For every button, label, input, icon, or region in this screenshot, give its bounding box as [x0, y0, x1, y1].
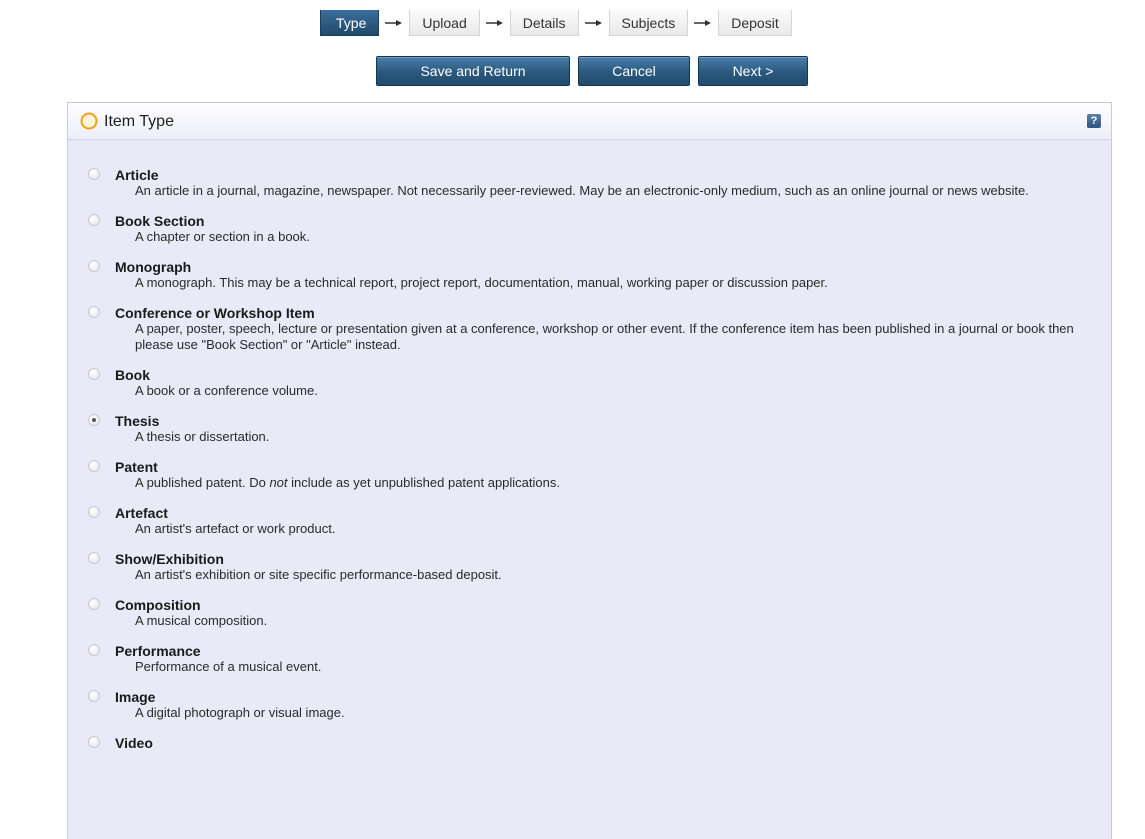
type-name: Performance — [115, 643, 201, 659]
panel-header: Item Type ? — [68, 103, 1111, 140]
item-type-list: Article An article in a journal, magazin… — [68, 167, 1111, 765]
type-option-conference-item[interactable]: Conference or Workshop Item A paper, pos… — [68, 305, 1111, 353]
radio-button[interactable] — [88, 736, 100, 748]
step-subjects[interactable]: Subjects — [608, 10, 689, 36]
action-bar: Save and Return Cancel Next > — [376, 56, 808, 86]
step-type[interactable]: Type — [320, 10, 380, 36]
type-description: A musical composition. — [135, 613, 268, 628]
type-description: An artist's artefact or work product. — [135, 521, 336, 536]
type-option-composition[interactable]: Composition A musical composition. — [68, 597, 1111, 629]
arrow-right-icon — [379, 10, 409, 36]
step-upload[interactable]: Upload — [409, 10, 480, 36]
type-name: Artefact — [115, 505, 168, 521]
radio-button[interactable] — [88, 552, 100, 564]
type-option-performance[interactable]: Performance Performance of a musical eve… — [68, 643, 1111, 675]
radio-button[interactable] — [88, 214, 100, 226]
radio-button[interactable] — [88, 306, 100, 318]
type-option-book[interactable]: Book A book or a conference volume. — [68, 367, 1111, 399]
type-description: An article in a journal, magazine, newsp… — [135, 183, 1029, 198]
arrow-right-icon — [688, 10, 718, 36]
type-name: Composition — [115, 597, 201, 613]
type-description: A book or a conference volume. — [135, 383, 318, 398]
type-name: Patent — [115, 459, 158, 475]
item-type-panel: Item Type ? Article An article in a jour… — [67, 102, 1112, 839]
type-description: Performance of a musical event. — [135, 659, 322, 674]
radio-button[interactable] — [88, 260, 100, 272]
step-details[interactable]: Details — [509, 10, 579, 36]
description-text: include as yet unpublished patent applic… — [287, 475, 560, 490]
type-description: A monograph. This may be a technical rep… — [135, 275, 828, 290]
type-option-patent[interactable]: Patent A published patent. Do not includ… — [68, 459, 1111, 491]
description-emphasis: not — [269, 475, 288, 490]
type-option-book-section[interactable]: Book Section A chapter or section in a b… — [68, 213, 1111, 245]
arrow-right-icon — [579, 10, 609, 36]
type-name: Monograph — [115, 259, 192, 275]
next-button[interactable]: Next > — [698, 56, 808, 86]
type-option-article[interactable]: Article An article in a journal, magazin… — [68, 167, 1111, 199]
type-name: Book Section — [115, 213, 205, 229]
deposit-page: Type Upload Details Subjects Deposit Sav… — [0, 0, 1145, 839]
help-icon[interactable]: ? — [1087, 114, 1101, 128]
type-description: A published patent. Do not include as ye… — [135, 475, 1091, 491]
description-text: A published patent. Do — [135, 475, 270, 490]
type-description: An artist's exhibition or site specific … — [135, 567, 502, 582]
radio-button[interactable] — [88, 644, 100, 656]
step-deposit[interactable]: Deposit — [718, 10, 792, 36]
type-name: Image — [115, 689, 156, 705]
required-circle-icon — [80, 112, 98, 130]
type-option-video[interactable]: Video — [68, 735, 1111, 751]
type-name: Show/Exhibition — [115, 551, 224, 567]
radio-button-selected[interactable] — [88, 414, 100, 426]
radio-button[interactable] — [88, 460, 100, 472]
type-description: A digital photograph or visual image. — [135, 705, 345, 720]
type-name: Video — [115, 735, 153, 751]
type-name: Book — [115, 367, 150, 383]
type-option-monograph[interactable]: Monograph A monograph. This may be a tec… — [68, 259, 1111, 291]
type-option-image[interactable]: Image A digital photograph or visual ima… — [68, 689, 1111, 721]
radio-button[interactable] — [88, 690, 100, 702]
radio-button[interactable] — [88, 598, 100, 610]
radio-button[interactable] — [88, 506, 100, 518]
type-description: A chapter or section in a book. — [135, 229, 310, 244]
radio-button[interactable] — [88, 368, 100, 380]
type-description: A thesis or dissertation. — [135, 429, 270, 444]
save-and-return-button[interactable]: Save and Return — [376, 56, 570, 86]
type-name: Thesis — [115, 413, 160, 429]
radio-button[interactable] — [88, 168, 100, 180]
type-option-thesis[interactable]: Thesis A thesis or dissertation. — [68, 413, 1111, 445]
arrow-right-icon — [480, 10, 510, 36]
type-name: Conference or Workshop Item — [115, 305, 315, 321]
type-description: A paper, poster, speech, lecture or pres… — [135, 321, 1074, 352]
panel-title: Item Type — [104, 113, 174, 130]
cancel-button[interactable]: Cancel — [578, 56, 690, 86]
type-option-show-exhibition[interactable]: Show/Exhibition An artist's exhibition o… — [68, 551, 1111, 583]
type-option-artefact[interactable]: Artefact An artist's artefact or work pr… — [68, 505, 1111, 537]
type-name: Article — [115, 167, 159, 183]
workflow-steps: Type Upload Details Subjects Deposit — [320, 8, 792, 38]
